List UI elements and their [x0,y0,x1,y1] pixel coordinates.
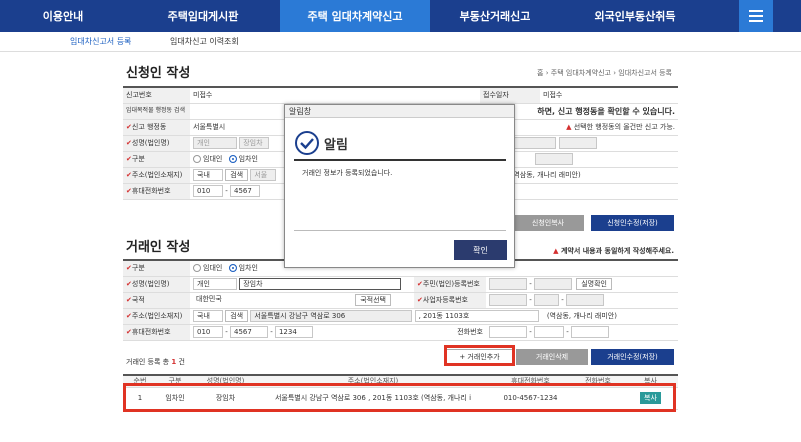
party-name-input[interactable]: 장임차 [239,278,402,290]
delete-party-button[interactable]: 거래인삭제 [516,349,588,365]
applicant-section-title: 신청인 작성 [126,66,191,81]
dialog-title-bar: 알림창 [285,105,514,118]
type-label: ✔구분 [123,151,190,168]
party-id-label: ✔주민(법인)등록번호 [414,276,486,293]
highlight-add-button [444,345,515,366]
party-id-front[interactable] [489,278,527,290]
party-phone-part3[interactable]: 1234 [274,326,313,338]
phone-part1[interactable]: 010 [193,185,223,197]
receipt-no-label: 신고번호 [123,87,190,104]
name-type-select[interactable]: 개인 [193,137,237,149]
party-biz-1[interactable] [489,294,527,306]
save-party-button[interactable]: 거래인수정(저장) [591,349,674,365]
party-type-label: ✔구분 [123,260,190,277]
party-addr-detail-input[interactable]: , 201동 1103호 [414,310,539,322]
dialog-divider [294,230,506,231]
office-label: ✔신고 행정동 [123,119,190,136]
nav-lease-report[interactable]: 주택 임대차계약신고 [280,0,430,32]
party-tel-part3[interactable] [570,326,609,338]
radio-landlord[interactable] [193,155,201,163]
party-addr-search-button[interactable]: 검색 [225,310,249,322]
dialog-message: 거래인 정보가 등록되었습니다. [302,169,393,177]
top-navigation: 이용안내 주택임대게시판 주택 임대차계약신고 부동산거래신고 외국인부동산취득 [0,0,801,32]
phone-part2[interactable]: 4567 [229,185,260,197]
party-nation-label: ✔국적 [123,292,190,309]
highlight-row [123,383,676,412]
dialog-ok-button[interactable]: 확인 [454,240,507,260]
nav-rental-board[interactable]: 주택임대게시판 [126,0,280,32]
applicant-biz-no[interactable] [535,153,574,165]
party-biz-2[interactable] [533,294,559,306]
party-warning: ▲ 계약서 내용과 동일하게 작성해주세요. [553,247,674,255]
party-biz-3[interactable] [565,294,604,306]
alert-dialog: 알림창 알림 거래인 정보가 등록되었습니다. 확인 [284,104,515,268]
district-search-label: 임대목적물 행정동 검색 [123,103,190,120]
dialog-heading: 알림 [324,137,348,153]
sub-navigation: 임대차신고서 등록 임대차신고 이력조회 [0,32,801,52]
applicant-save-button[interactable]: 신청인수정(저장) [591,215,674,231]
radio-tenant[interactable] [228,155,237,163]
addr-label: ✔주소(법인소재지) [123,167,190,184]
nav-guide[interactable]: 이용안내 [0,0,126,32]
breadcrumb: 홈 › 주택 임대차계약신고 › 임대차신고서 등록 [537,69,672,77]
party-section-title: 거래인 작성 [126,240,191,255]
subnav-history[interactable]: 임대차신고 이력조회 [170,36,239,47]
party-name-label: ✔성명(법인명) [123,276,190,293]
party-name-type-select[interactable]: 개인 [193,278,237,290]
warning-icon: ▲ [553,247,559,255]
party-tel-part2[interactable] [533,326,564,338]
receipt-date-label: 접수일자 [480,87,540,104]
nav-real-estate-report[interactable]: 부동산거래신고 [430,0,560,32]
addr-input[interactable]: 서울 [250,169,277,181]
party-nation-value: 대한민국 [196,295,222,303]
receipt-no-value: 미접수 [190,87,390,104]
party-radio-landlord[interactable] [193,264,201,273]
party-addr-label: ✔주소(법인소재지) [123,308,190,325]
name-input[interactable]: 장임차 [239,137,270,149]
party-biz-label: ✔사업자등록번호 [414,292,486,309]
party-addr-input[interactable]: 서울특별시 강남구 역삼로 306 [250,310,413,322]
warning-icon: ▲ [566,123,572,131]
receipt-date-value: 미접수 [540,87,678,104]
party-tel-label: 전화번호 [414,324,486,341]
phone-label: ✔휴대전화번호 [123,183,190,200]
party-phone-part2[interactable]: 4567 [229,326,268,338]
party-tel-part1[interactable] [489,326,527,338]
party-addr-extra: (역삼동, 개나리 래미안) [546,312,617,320]
party-id-back[interactable] [533,278,572,290]
nav-foreign-acquisition[interactable]: 외국인부동산취득 [560,0,710,32]
party-phone-label: ✔휴대전화번호 [123,324,190,341]
name-label: ✔성명(법인명) [123,135,190,152]
party-count: 거래인 등록 총 1 건 [126,358,185,366]
party-nation-button[interactable]: 국적선택 [355,294,391,306]
party-form: ✔구분 임대인 임차인 ✔성명(법인명) 개인 장임차 ✔주민(법인)등록번호 … [123,259,678,341]
subnav-register[interactable]: 임대차신고서 등록 [70,36,131,47]
applicant-copy-button[interactable]: 신청인복사 [512,215,584,231]
party-radio-tenant[interactable] [228,264,237,273]
check-circle-icon [295,131,319,155]
party-phone-part1[interactable]: 010 [193,326,223,338]
addr-country-select[interactable]: 국내 [193,169,223,181]
addr-search-button[interactable]: 검색 [225,169,249,181]
party-addr-country-select[interactable]: 국내 [193,310,223,322]
page: 이용안내 주택임대게시판 주택 임대차계약신고 부동산거래신고 외국인부동산취득… [0,0,801,442]
addr-extra: (역삼동, 개나리 래미안) [510,171,581,179]
applicant-id-back[interactable] [558,137,597,149]
hamburger-menu-icon[interactable] [739,0,773,32]
party-verify-button[interactable]: 실명확인 [576,278,612,290]
